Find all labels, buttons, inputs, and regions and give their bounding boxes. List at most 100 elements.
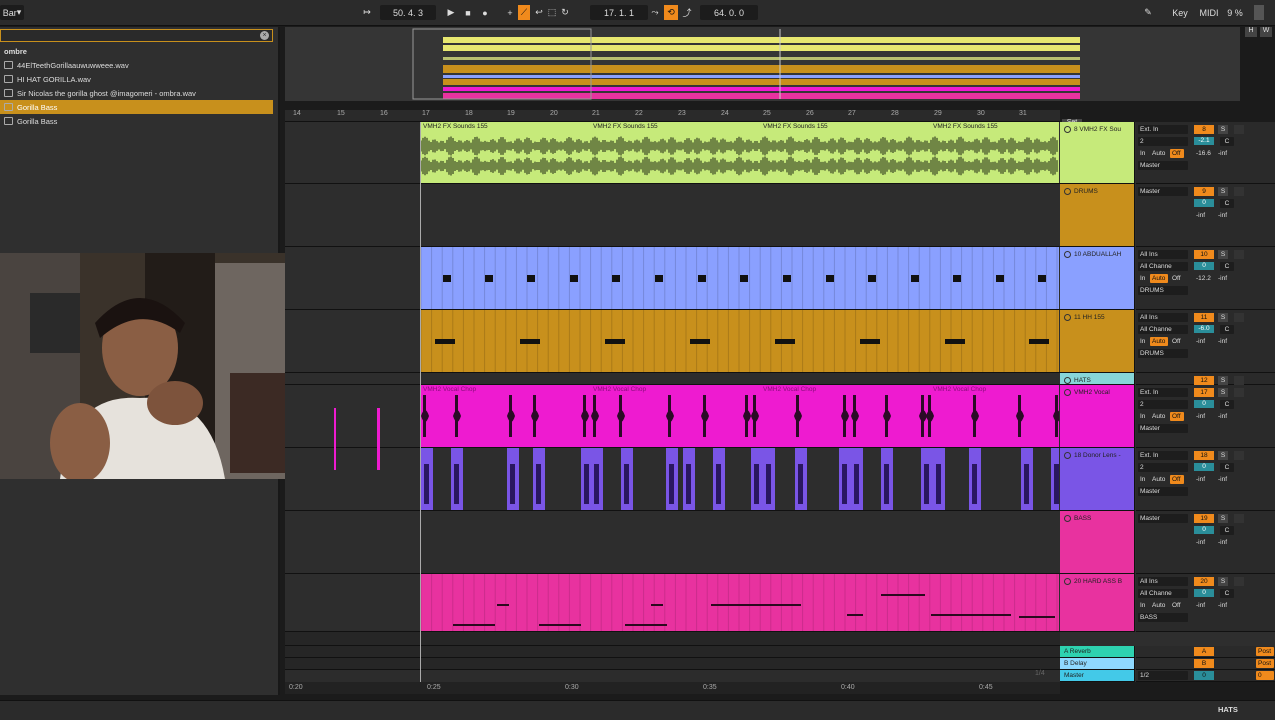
solo-button[interactable]: S	[1218, 250, 1228, 259]
send-a-field[interactable]: -inf	[1194, 211, 1214, 220]
monitor-auto[interactable]: Auto	[1150, 149, 1168, 158]
punch-out-icon[interactable]: ⤴	[681, 5, 693, 20]
return-activator[interactable]: B	[1194, 659, 1214, 668]
monitor-off[interactable]: Off	[1170, 149, 1184, 158]
send-b-field[interactable]: -inf	[1216, 538, 1234, 547]
arrangement-view[interactable]: VMH2 FX Sounds 155 VMH2 FX Sounds 155 VMH2…	[285, 122, 1060, 682]
track-header[interactable]: HATS	[1060, 373, 1135, 385]
midi-note[interactable]	[1019, 616, 1055, 618]
audio-clip[interactable]	[421, 574, 1059, 631]
loop-start[interactable]: 17. 1. 1	[590, 5, 648, 20]
pre-post-toggle[interactable]: Post	[1256, 647, 1274, 656]
monitor-auto[interactable]: Auto	[1150, 274, 1168, 283]
output-select[interactable]: Master	[1138, 514, 1188, 523]
monitor-off[interactable]: Off	[1170, 412, 1184, 421]
track-lane[interactable]	[285, 184, 1060, 247]
monitor-in[interactable]: In	[1138, 601, 1148, 610]
midi-map-button[interactable]: MIDI	[1198, 5, 1220, 20]
monitor-auto[interactable]: Auto	[1150, 475, 1168, 484]
volume-field[interactable]: 0	[1194, 400, 1214, 408]
fold-icon[interactable]	[1064, 126, 1071, 133]
midi-note[interactable]	[485, 275, 493, 282]
midi-note[interactable]	[690, 339, 710, 344]
fold-icon[interactable]	[1064, 578, 1071, 585]
midi-note[interactable]	[868, 275, 876, 282]
return-activator[interactable]: 0	[1194, 671, 1214, 680]
punch-in-icon[interactable]: ⤳	[649, 5, 661, 20]
output-select[interactable]: Master	[1138, 424, 1188, 433]
track-activator[interactable]: 11	[1194, 313, 1214, 322]
send-a-field[interactable]: -16.6	[1194, 149, 1214, 158]
monitor-off[interactable]: Off	[1170, 337, 1184, 346]
pan-field[interactable]: C	[1220, 199, 1234, 208]
midi-note[interactable]	[605, 339, 625, 344]
pan-field[interactable]: C	[1220, 589, 1234, 598]
midi-note[interactable]	[711, 604, 801, 606]
midi-note[interactable]	[860, 339, 880, 344]
pre-post-toggle[interactable]: 0	[1256, 671, 1274, 680]
time-ruler[interactable]: 0:20 0:25 0:30 0:35 0:40 0:45	[285, 682, 1060, 694]
volume-field[interactable]: -2.1	[1194, 137, 1214, 145]
midi-note[interactable]	[953, 275, 961, 282]
volume-field[interactable]: 0	[1194, 262, 1214, 270]
track-name[interactable]: HATS	[1064, 377, 1091, 384]
pan-field[interactable]: C	[1220, 526, 1234, 535]
output-select[interactable]: DRUMS	[1138, 286, 1188, 295]
solo-button[interactable]: S	[1218, 187, 1228, 196]
cue-out-select[interactable]: 1/2	[1138, 671, 1188, 680]
midi-note[interactable]	[740, 275, 748, 282]
return-track-header[interactable]: B Delay	[1060, 658, 1135, 670]
pan-field[interactable]: C	[1220, 463, 1234, 472]
pan-field[interactable]: C	[1220, 262, 1234, 271]
track-lane[interactable]	[285, 247, 1060, 310]
arm-icon[interactable]	[1234, 313, 1244, 322]
volume-field[interactable]: 0	[1194, 199, 1214, 207]
clear-search-icon[interactable]: ×	[260, 31, 269, 40]
monitor-off[interactable]: Off	[1170, 274, 1184, 283]
automation-arm-icon[interactable]: ⟋	[518, 5, 530, 20]
track-activator[interactable]: 20	[1194, 577, 1214, 586]
input-channel-select[interactable]: 2	[1138, 137, 1188, 146]
audio-clip[interactable]	[421, 310, 1059, 372]
browser-list-item[interactable]: Sir Nicolas the gorilla ghost @imagomeri…	[0, 86, 273, 100]
fold-icon[interactable]	[1064, 389, 1071, 396]
midi-note[interactable]	[612, 275, 620, 282]
beat-time-ruler[interactable]: 14 15 16 17 18 19 20 21 22 23 24 25 26 27 28 29 30 31	[285, 110, 1060, 122]
midi-note[interactable]	[911, 275, 919, 282]
midi-note[interactable]	[625, 624, 667, 626]
midi-note[interactable]	[1029, 339, 1049, 344]
send-b-field[interactable]: -inf	[1216, 149, 1234, 158]
input-type-select[interactable]: All Ins	[1138, 313, 1188, 322]
midi-note[interactable]	[826, 275, 834, 282]
track-header[interactable]: 10 ABDUALLAH	[1060, 247, 1135, 310]
draw-mode-icon[interactable]: ✎	[1142, 5, 1154, 20]
send-b-field[interactable]: -inf	[1216, 601, 1234, 610]
solo-button[interactable]: S	[1218, 388, 1228, 397]
track-name[interactable]: 20 HARD ASS B	[1064, 578, 1122, 585]
track-lane[interactable]	[285, 646, 1060, 658]
output-select[interactable]: Master	[1138, 487, 1188, 496]
input-type-select[interactable]: Ext. In	[1138, 451, 1188, 460]
output-select[interactable]: DRUMS	[1138, 349, 1188, 358]
send-b-field[interactable]: -inf	[1216, 475, 1234, 484]
fold-icon[interactable]	[1064, 314, 1071, 321]
track-name[interactable]: 11 HH 155	[1064, 314, 1105, 321]
track-header[interactable]: VMH2 Vocal	[1060, 385, 1135, 448]
midi-note[interactable]	[996, 275, 1004, 282]
solo-button[interactable]: S	[1218, 451, 1228, 460]
overview-w-button[interactable]: W	[1260, 27, 1272, 37]
fold-icon[interactable]	[1064, 251, 1071, 258]
track-lane[interactable]	[285, 511, 1060, 574]
arrangement-position[interactable]: 50. 4. 3	[380, 5, 436, 20]
track-activator[interactable]: 12	[1194, 376, 1214, 385]
play-icon[interactable]: ▶	[444, 5, 458, 20]
track-lane[interactable]	[285, 310, 1060, 373]
send-b-field[interactable]: -inf	[1216, 337, 1234, 346]
midi-note[interactable]	[570, 275, 578, 282]
track-activator[interactable]: 9	[1194, 187, 1214, 196]
input-channel-select[interactable]: All Channe	[1138, 325, 1188, 334]
fold-icon[interactable]	[1064, 452, 1071, 459]
return-activator[interactable]: A	[1194, 647, 1214, 656]
input-type-select[interactable]: All Ins	[1138, 250, 1188, 259]
monitor-auto[interactable]: Auto	[1150, 412, 1168, 421]
